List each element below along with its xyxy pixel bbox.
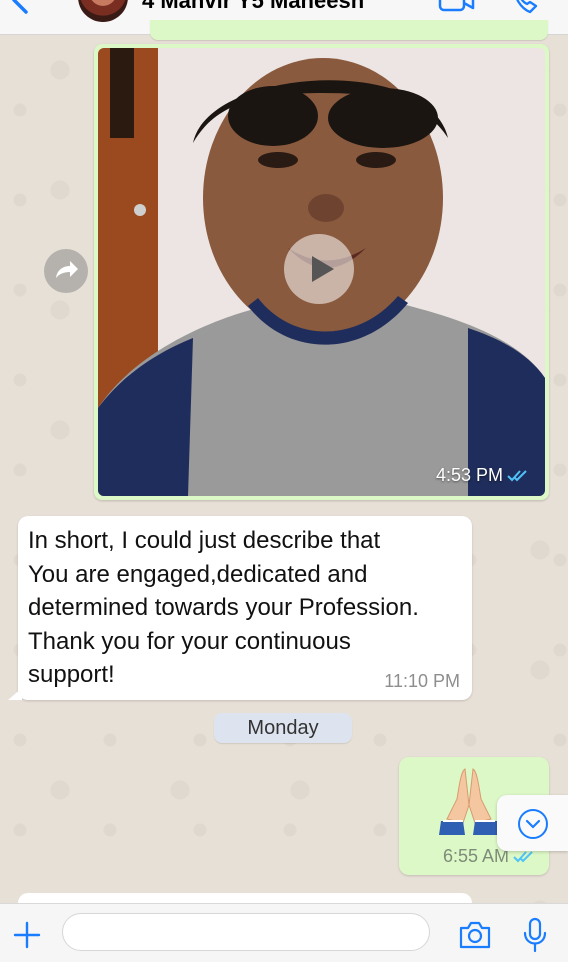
double-check-icon xyxy=(513,850,533,862)
forward-arrow-icon xyxy=(56,261,78,278)
outgoing-time-label: 6:55 AM xyxy=(442,846,509,866)
forward-button[interactable] xyxy=(44,249,88,293)
message-line: In short, I could just describe that xyxy=(28,527,381,554)
video-timestamp: 4:53 PM xyxy=(436,465,531,486)
message-line: Thank you for your continuous xyxy=(28,627,351,655)
incoming-message-text: In short, I could just describe that You… xyxy=(28,524,468,692)
camera-icon[interactable] xyxy=(457,920,493,950)
date-separator: Monday xyxy=(214,713,352,743)
incoming-message-bubble[interactable]: In short, I could just describe that You… xyxy=(8,516,472,700)
play-video-button[interactable] xyxy=(284,234,354,304)
video-time-label: 4:53 PM xyxy=(435,465,503,485)
message-line: You are engaged,dedicated and xyxy=(28,560,368,588)
folded-hands-icon xyxy=(439,768,499,835)
chat-title[interactable]: 4 Manvir Y5 Maneesh xyxy=(142,0,364,14)
video-message-bubble[interactable]: 4:53 PM xyxy=(94,44,549,500)
back-chevron-icon[interactable] xyxy=(6,0,36,16)
plus-icon[interactable] xyxy=(12,920,42,950)
phone-call-icon[interactable] xyxy=(512,0,542,14)
microphone-icon[interactable] xyxy=(522,917,548,953)
incoming-message-time: 11:10 PM xyxy=(384,671,460,691)
message-input[interactable] xyxy=(62,913,430,951)
video-call-icon[interactable] xyxy=(438,0,476,12)
composer-bar xyxy=(0,903,568,962)
message-line: determined towards your Profession. xyxy=(28,594,419,621)
double-check-icon xyxy=(507,469,527,481)
video-thumbnail[interactable]: 4:53 PM xyxy=(98,48,545,496)
contact-avatar[interactable] xyxy=(78,0,128,22)
chevron-down-circle-icon xyxy=(518,809,548,839)
scroll-to-bottom-button[interactable] xyxy=(497,795,568,851)
previous-message-bubble[interactable] xyxy=(150,20,548,40)
